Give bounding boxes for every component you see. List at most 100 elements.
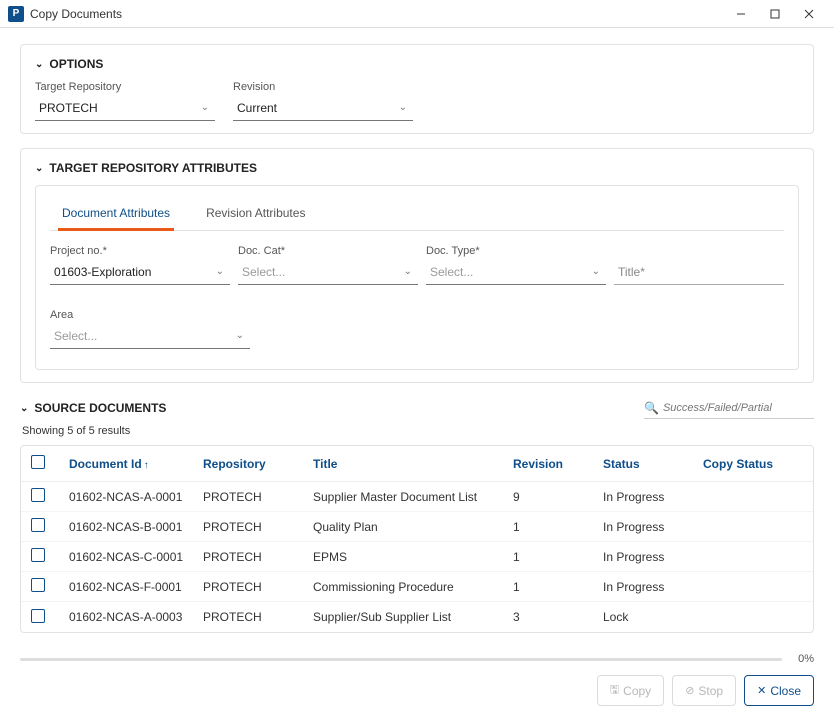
- col-copy-status[interactable]: Copy Status: [703, 457, 803, 471]
- cell-status: Lock: [603, 610, 703, 624]
- area-select[interactable]: Select... ⌄: [50, 323, 250, 349]
- table-search[interactable]: 🔍: [644, 397, 814, 419]
- stop-icon: ⊘: [685, 684, 694, 697]
- table-row: 01602-NCAS-B-0001 PROTECH Quality Plan 1…: [21, 512, 813, 542]
- app-icon: P: [8, 6, 24, 22]
- cell-document-id: 01602-NCAS-C-0001: [63, 550, 203, 564]
- stop-button[interactable]: ⊘Stop: [672, 675, 736, 706]
- col-revision[interactable]: Revision: [513, 457, 603, 471]
- target-repo-value: PROTECH: [35, 101, 201, 115]
- row-checkbox[interactable]: [31, 578, 45, 592]
- maximize-button[interactable]: [758, 2, 792, 26]
- chevron-down-icon: ⌄: [404, 266, 418, 277]
- row-checkbox[interactable]: [31, 609, 45, 623]
- area-label: Area: [50, 309, 250, 321]
- project-no-label: Project no.*: [50, 245, 220, 257]
- target-attrs-title: TARGET REPOSITORY ATTRIBUTES: [49, 161, 257, 175]
- cell-revision: 1: [513, 550, 603, 564]
- chevron-down-icon: ⌄: [399, 102, 413, 113]
- target-attrs-header[interactable]: ⌄ TARGET REPOSITORY ATTRIBUTES: [35, 161, 799, 175]
- col-status[interactable]: Status: [603, 457, 703, 471]
- cell-title: Supplier/Sub Supplier List: [313, 610, 513, 624]
- doc-type-value: Select...: [426, 265, 592, 279]
- table-row: 01602-NCAS-C-0001 PROTECH EPMS 1 In Prog…: [21, 542, 813, 572]
- close-dialog-button[interactable]: ✕Close: [744, 675, 814, 706]
- source-docs-title: SOURCE DOCUMENTS: [34, 401, 166, 415]
- table-row: 01602-NCAS-A-0003 PROTECH Supplier/Sub S…: [21, 602, 813, 632]
- cell-document-id: 01602-NCAS-A-0003: [63, 610, 203, 624]
- target-repo-label: Target Repository: [35, 81, 215, 93]
- cell-repository: PROTECH: [203, 580, 313, 594]
- col-title[interactable]: Title: [313, 457, 513, 471]
- doc-cat-value: Select...: [238, 265, 404, 279]
- table-row: 01602-NCAS-F-0001 PROTECH Commissioning …: [21, 572, 813, 602]
- row-checkbox[interactable]: [31, 548, 45, 562]
- row-checkbox[interactable]: [31, 488, 45, 502]
- target-repo-attrs-panel: ⌄ TARGET REPOSITORY ATTRIBUTES Document …: [20, 148, 814, 383]
- chevron-down-icon: ⌄: [592, 266, 606, 277]
- cell-repository: PROTECH: [203, 550, 313, 564]
- sort-asc-icon: ↑: [144, 460, 149, 471]
- chevron-down-icon: ⌄: [20, 403, 28, 414]
- col-document-id[interactable]: Document Id↑: [63, 457, 203, 471]
- revision-select[interactable]: Current ⌄: [233, 95, 413, 121]
- search-icon: 🔍: [644, 401, 659, 415]
- row-checkbox[interactable]: [31, 518, 45, 532]
- save-icon: 🖫: [610, 681, 619, 700]
- cell-title: EPMS: [313, 550, 513, 564]
- doc-type-select[interactable]: Select... ⌄: [426, 259, 606, 285]
- documents-table: Document Id↑ Repository Title Revision S…: [20, 445, 814, 633]
- cell-status: In Progress: [603, 490, 703, 504]
- cell-title: Quality Plan: [313, 520, 513, 534]
- doc-type-label: Doc. Type*: [426, 245, 596, 257]
- titlebar: P Copy Documents: [0, 0, 834, 28]
- progress-percent: 0%: [790, 653, 814, 665]
- tab-document-attributes[interactable]: Document Attributes: [58, 198, 174, 231]
- close-button[interactable]: [792, 2, 826, 26]
- cell-repository: PROTECH: [203, 520, 313, 534]
- window-title: Copy Documents: [30, 7, 724, 21]
- cell-revision: 1: [513, 520, 603, 534]
- chevron-down-icon: ⌄: [35, 163, 43, 174]
- project-no-select[interactable]: 01603-Exploration ⌄: [50, 259, 230, 285]
- chevron-down-icon: ⌄: [236, 330, 250, 341]
- tab-revision-attributes[interactable]: Revision Attributes: [202, 198, 309, 231]
- title-input[interactable]: [614, 259, 784, 285]
- results-count: Showing 5 of 5 results: [22, 425, 814, 437]
- close-icon: ✕: [757, 684, 766, 697]
- cell-repository: PROTECH: [203, 610, 313, 624]
- options-panel: ⌄ OPTIONS Target Repository PROTECH ⌄ Re…: [20, 44, 814, 134]
- source-documents-section: ⌄ SOURCE DOCUMENTS 🔍 Showing 5 of 5 resu…: [20, 397, 814, 633]
- chevron-down-icon: ⌄: [201, 102, 215, 113]
- doc-cat-select[interactable]: Select... ⌄: [238, 259, 418, 285]
- cell-revision: 9: [513, 490, 603, 504]
- table-search-input[interactable]: [663, 402, 814, 414]
- minimize-button[interactable]: [724, 2, 758, 26]
- doc-cat-label: Doc. Cat*: [238, 245, 408, 257]
- chevron-down-icon: ⌄: [35, 59, 43, 70]
- area-value: Select...: [50, 329, 236, 343]
- options-title: OPTIONS: [49, 57, 103, 71]
- target-repo-select[interactable]: PROTECH ⌄: [35, 95, 215, 121]
- source-docs-header[interactable]: ⌄ SOURCE DOCUMENTS: [20, 401, 166, 415]
- copy-button[interactable]: 🖫Copy: [597, 675, 664, 706]
- cell-repository: PROTECH: [203, 490, 313, 504]
- cell-status: In Progress: [603, 550, 703, 564]
- options-header[interactable]: ⌄ OPTIONS: [35, 57, 799, 71]
- cell-document-id: 01602-NCAS-A-0001: [63, 490, 203, 504]
- cell-status: In Progress: [603, 520, 703, 534]
- cell-revision: 3: [513, 610, 603, 624]
- cell-revision: 1: [513, 580, 603, 594]
- revision-value: Current: [233, 101, 399, 115]
- project-no-value: 01603-Exploration: [50, 265, 216, 279]
- cell-title: Supplier Master Document List: [313, 490, 513, 504]
- cell-document-id: 01602-NCAS-B-0001: [63, 520, 203, 534]
- cell-status: In Progress: [603, 580, 703, 594]
- col-repository[interactable]: Repository: [203, 457, 313, 471]
- progress-bar: [20, 658, 782, 661]
- select-all-checkbox[interactable]: [31, 455, 45, 469]
- chevron-down-icon: ⌄: [216, 266, 230, 277]
- table-row: 01602-NCAS-A-0001 PROTECH Supplier Maste…: [21, 482, 813, 512]
- cell-document-id: 01602-NCAS-F-0001: [63, 580, 203, 594]
- revision-label: Revision: [233, 81, 413, 93]
